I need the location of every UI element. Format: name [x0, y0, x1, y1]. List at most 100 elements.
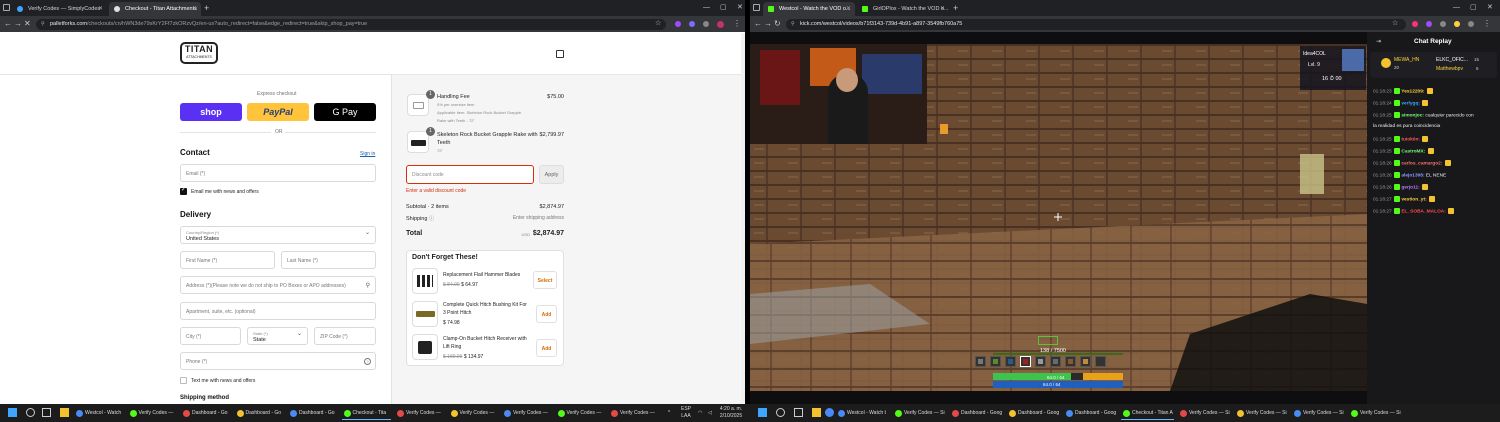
task-view-icon[interactable]: [794, 408, 803, 417]
taskbar-window-button[interactable]: Checkout - Titan A: [1121, 406, 1174, 420]
taskbar-window-button[interactable]: Verify Codes —: [395, 406, 445, 420]
taskbar-window-button[interactable]: Checkout - Tita: [341, 406, 391, 420]
hotbar-slot[interactable]: [990, 356, 1001, 367]
hotbar-slot[interactable]: [1005, 356, 1016, 367]
taskbar-window-button[interactable]: Dashboard - Go: [235, 406, 285, 420]
profile-avatar[interactable]: [717, 21, 724, 28]
tab-girloplox[interactable]: GirlOPlox - Watch the VOD o... ✕: [857, 2, 949, 16]
hotbar-slot[interactable]: [1035, 356, 1046, 367]
clock[interactable]: 4:20 a. m. 2/10/2025: [716, 406, 746, 420]
chrome-icon[interactable]: [825, 408, 834, 417]
taskbar-window-button[interactable]: Verify Codes — Si: [1235, 406, 1288, 420]
minimize-icon[interactable]: —: [1453, 2, 1460, 14]
forward-icon[interactable]: →: [14, 19, 22, 29]
chat-username[interactable]: EL_SOBA_MALOA:: [1400, 209, 1447, 214]
taskbar-window-button[interactable]: Verify Codes —: [556, 406, 606, 420]
cart-bag-icon[interactable]: [556, 50, 564, 58]
address-field[interactable]: Address (*)(Please note we do not ship t…: [180, 276, 376, 294]
start-windows-icon[interactable]: [8, 408, 17, 417]
taskbar-window-button[interactable]: Verify Codes —: [128, 406, 178, 420]
new-tab-icon[interactable]: +: [204, 2, 209, 14]
address-bar[interactable]: ⚲ palletforks.com/checkouts/cn/hWN3de79s…: [36, 19, 666, 30]
taskbar-window-button[interactable]: Verify Codes — Si: [893, 406, 946, 420]
last-name-field[interactable]: Last Name (*): [281, 251, 376, 269]
text-news-checkbox[interactable]: [180, 377, 187, 384]
player-controls-bar[interactable]: [750, 391, 1367, 404]
chat-username[interactable]: alejo1308:: [1400, 173, 1426, 178]
video-player[interactable]: Idea4COL Lvl. 9 16 ⏱ 00 138 / 7500 64.0 …: [750, 44, 1367, 391]
close-tab-icon[interactable]: ✕: [846, 2, 851, 16]
chat-username[interactable]: CastroMX:: [1400, 149, 1427, 154]
close-tab-icon[interactable]: ✕: [192, 2, 197, 16]
wifi-icon[interactable]: ◠: [698, 410, 702, 417]
tab-search-icon[interactable]: [3, 4, 10, 11]
taskbar-window-button[interactable]: Dashboard - Goog: [1007, 406, 1060, 420]
taskbar-window-button[interactable]: Verify Codes —: [502, 406, 552, 420]
close-window-icon[interactable]: ✕: [1487, 2, 1493, 14]
forward-icon[interactable]: →: [764, 19, 772, 29]
extension-icon[interactable]: [689, 21, 695, 27]
add-button[interactable]: Add: [536, 339, 557, 357]
taskbar-window-button[interactable]: Westcol - Watch t: [836, 406, 889, 420]
chat-username[interactable]: tuiok0n:: [1400, 137, 1421, 142]
hotbar[interactable]: [975, 356, 1125, 369]
task-view-icon[interactable]: [42, 408, 51, 417]
taskbar-window-button[interactable]: Westcol - Watch: [74, 406, 124, 420]
extension-icon[interactable]: [1426, 21, 1432, 27]
info-icon[interactable]: ⓘ: [429, 216, 434, 222]
taskbar-window-button[interactable]: Dashboard - Goog: [950, 406, 1003, 420]
country-select[interactable]: Country/Region (*) United States ⌄: [180, 226, 376, 244]
tab-checkout[interactable]: Checkout - Titan Attachments ✕: [109, 2, 201, 16]
email-news-checkbox[interactable]: ✓: [180, 187, 187, 195]
hotbar-slot[interactable]: [1050, 356, 1061, 367]
hotbar-slot[interactable]: [1065, 356, 1076, 367]
tab-westcol[interactable]: Westcol - Watch the VOD o... ✕: [763, 2, 855, 16]
maximize-icon[interactable]: ▢: [720, 2, 727, 14]
collapse-chat-icon[interactable]: ⇥: [1376, 38, 1381, 45]
google-pay-button[interactable]: G Pay: [314, 103, 376, 121]
taskbar-window-button[interactable]: Verify Codes —: [449, 406, 499, 420]
city-field[interactable]: City (*): [180, 327, 241, 345]
hotbar-slot[interactable]: [1095, 356, 1106, 367]
apply-button[interactable]: Apply: [539, 165, 564, 184]
chat-username[interactable]: simonjoc:: [1400, 113, 1425, 118]
tray-chevron-icon[interactable]: ^: [668, 410, 670, 417]
extensions-puzzle-icon[interactable]: [703, 21, 709, 27]
site-info-icon[interactable]: ⚲: [791, 19, 795, 30]
search-icon[interactable]: [26, 408, 35, 417]
search-icon[interactable]: [776, 408, 785, 417]
hotbar-slot[interactable]: [975, 356, 986, 367]
close-window-icon[interactable]: ✕: [737, 2, 743, 14]
taskbar-window-button[interactable]: Dashboard - Goog: [1064, 406, 1117, 420]
back-icon[interactable]: ←: [4, 19, 12, 29]
site-info-icon[interactable]: ⚲: [41, 19, 45, 30]
taskbar-window-button[interactable]: Verify Codes — Si: [1349, 406, 1402, 420]
bookmark-star-icon[interactable]: ☆: [655, 19, 661, 29]
reload-icon[interactable]: ↻: [774, 19, 781, 29]
titan-logo[interactable]: TITAN ATTACHMENTS: [180, 42, 218, 64]
stop-icon[interactable]: ✕: [24, 19, 31, 29]
paypal-button[interactable]: PayPal: [247, 103, 309, 121]
taskbar-window-button[interactable]: Verify Codes — Si: [1178, 406, 1231, 420]
taskbar-window-button[interactable]: Dashboard - Go: [181, 406, 231, 420]
chat-username[interactable]: vestion_yt:: [1400, 197, 1428, 202]
taskbar-window-button[interactable]: Dashboard - Go: [288, 406, 338, 420]
extension-icon[interactable]: [675, 21, 681, 27]
add-button[interactable]: Add: [536, 305, 557, 323]
file-explorer-icon[interactable]: [60, 408, 69, 417]
new-tab-icon[interactable]: +: [953, 2, 958, 14]
start-windows-icon[interactable]: [758, 408, 767, 417]
close-tab-icon[interactable]: ✕: [98, 2, 103, 16]
language-indicator[interactable]: ESP LAA: [681, 406, 691, 420]
state-select[interactable]: State (*) State ⌄: [247, 327, 308, 345]
volume-icon[interactable]: ◁: [708, 410, 712, 417]
extension-icon[interactable]: [1454, 21, 1460, 27]
bookmark-star-icon[interactable]: ☆: [1392, 19, 1398, 29]
taskbar-window-button[interactable]: Verify Codes —: [609, 406, 659, 420]
first-name-field[interactable]: First Name (*): [180, 251, 275, 269]
extension-icon[interactable]: [1412, 21, 1418, 27]
extensions-puzzle-icon[interactable]: [1468, 21, 1474, 27]
sign-in-link[interactable]: Sign in: [360, 151, 375, 157]
taskbar-window-button[interactable]: Verify Codes — Si: [1292, 406, 1345, 420]
discount-code-field[interactable]: Discount code: [406, 165, 534, 184]
